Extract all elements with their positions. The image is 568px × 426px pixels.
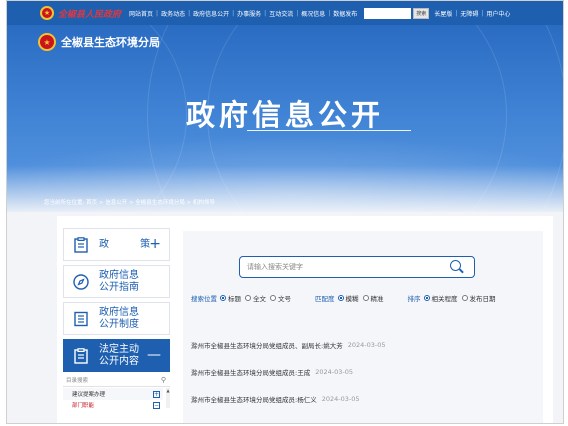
search-icon[interactable] bbox=[450, 260, 464, 274]
directory-item-label: 建议提案办理 bbox=[72, 392, 106, 398]
breadcrumb[interactable]: 您当前所在位置: 首页 > 信息公开 > 全椒县生态环境分局 > 机构领导 bbox=[44, 198, 215, 206]
clipboard-icon bbox=[73, 236, 89, 253]
nav-separator: | bbox=[232, 9, 235, 17]
directory-item-functions[interactable]: 部门职能 − bbox=[63, 401, 163, 409]
top-nav-bar: ★ 全椒县人民政府 网站首页 | 政务动态 | 政府信息公开 | 办事服务 | … bbox=[7, 1, 563, 25]
sidebar-item-label: 法定主动 公开内容 bbox=[99, 343, 139, 367]
radio-match-fuzzy[interactable]: 模糊 bbox=[337, 293, 359, 303]
radio-checked-icon[interactable] bbox=[337, 295, 344, 301]
results-list: 滁州市全椒县生态环境分局党组成员、副局长:姚大芳 2024-03-05 滁州市全… bbox=[191, 331, 536, 412]
nav-overview[interactable]: 概况信息 bbox=[301, 9, 325, 18]
title-underline bbox=[247, 130, 411, 131]
radio-unchecked-icon[interactable] bbox=[461, 295, 468, 301]
radio-unchecked-icon[interactable] bbox=[245, 295, 251, 301]
top-search-button[interactable]: 搜索 bbox=[413, 7, 430, 19]
nav-separator: | bbox=[188, 9, 191, 17]
scroll-up-icon[interactable]: ▲ bbox=[166, 388, 170, 393]
radio-position-title[interactable]: 标题 bbox=[220, 293, 241, 303]
directory-scrollbar[interactable]: ▲ bbox=[166, 388, 170, 408]
browser-page: ★ 全椒县人民政府 网站首页 | 政务动态 | 政府信息公开 | 办事服务 | … bbox=[6, 0, 564, 424]
radio-unchecked-icon[interactable] bbox=[362, 295, 369, 301]
result-date: 2024-03-05 bbox=[315, 367, 353, 376]
util-user-center[interactable]: 用户中心 bbox=[486, 9, 510, 18]
sidebar: 政 策 + 政府信息 公开指南 政府信息 公开制度 法定主动 公开内容 — 目录… bbox=[63, 228, 170, 409]
page-title: 政府信息公开 bbox=[185, 98, 384, 132]
sidebar-item-policy[interactable]: 政 策 + bbox=[63, 228, 170, 261]
result-date: 2024-03-05 bbox=[347, 340, 386, 349]
nav-interaction[interactable]: 互动交流 bbox=[269, 9, 293, 18]
util-separator: | bbox=[455, 9, 458, 17]
content-panel: 政 策 + 政府信息 公开指南 政府信息 公开制度 法定主动 公开内容 — 目录… bbox=[57, 216, 553, 423]
bureau-header: ★ 全椒县生态环境分局 bbox=[38, 33, 160, 51]
keyword-search-input[interactable]: 请输入搜索关键字 bbox=[239, 256, 475, 278]
radio-match-exact[interactable]: 精准 bbox=[362, 293, 384, 303]
bureau-name[interactable]: 全椒县生态环境分局 bbox=[61, 34, 160, 50]
filter-label-position: 搜索位置 bbox=[191, 295, 217, 303]
radio-position-docno[interactable]: 文号 bbox=[270, 293, 291, 303]
hero-banner: ★ 全椒县生态环境分局 政府信息公开 您当前所在位置: 首页 > 信息公开 > … bbox=[7, 25, 563, 212]
nav-info-disclosure[interactable]: 政府信息公开 bbox=[193, 9, 229, 18]
nav-services[interactable]: 办事服务 bbox=[237, 9, 261, 18]
list-item[interactable]: 滁州市全椒县生态环境分局党组成员:王成 2024-03-05 bbox=[191, 358, 536, 385]
nav-separator: | bbox=[296, 9, 299, 17]
list-item[interactable]: 滁州市全椒县生态环境分局党组成员、副局长:姚大芳 2024-03-05 bbox=[191, 331, 536, 358]
search-filters: 搜索位置 标题 全文 文号 匹配度 模糊 精准 排序 相关程度 发布日期 bbox=[191, 293, 541, 303]
search-icon[interactable]: ⚲ bbox=[161, 376, 166, 384]
util-elder-mode[interactable]: 长屋版 bbox=[434, 9, 452, 18]
nav-home[interactable]: 网站首页 bbox=[129, 9, 153, 18]
radio-checked-icon[interactable] bbox=[423, 295, 430, 301]
radio-checked-icon[interactable] bbox=[220, 295, 226, 301]
radio-sort-relevance[interactable]: 相关程度 bbox=[423, 293, 458, 303]
result-date: 2024-03-05 bbox=[321, 394, 360, 403]
directory-tree: 目录搜索 ⚲ 建议提案办理 + 部门职能 − ▲ bbox=[63, 372, 170, 409]
clipboard-icon bbox=[73, 347, 89, 364]
nav-separator: | bbox=[156, 9, 159, 17]
result-title-link[interactable]: 滁州市全椒县生态环境分局党组成员:杨仁义 bbox=[191, 394, 317, 404]
collapse-icon[interactable]: − bbox=[153, 401, 160, 409]
sidebar-item-label: 政府信息 公开制度 bbox=[99, 306, 139, 330]
expand-icon[interactable]: + bbox=[153, 390, 160, 398]
sidebar-item-label: 政府信息 公开指南 bbox=[99, 269, 139, 293]
nav-separator: | bbox=[264, 9, 267, 17]
radio-unchecked-icon[interactable] bbox=[270, 295, 276, 301]
expand-icon[interactable]: + bbox=[149, 237, 161, 251]
util-separator: | bbox=[481, 9, 484, 17]
list-item[interactable]: 滁州市全椒县生态环境分局党组成员:杨仁义 2024-03-05 bbox=[191, 385, 536, 412]
directory-search-input[interactable]: 目录搜索 ⚲ bbox=[63, 374, 170, 387]
national-emblem-icon: ★ bbox=[38, 33, 56, 51]
compass-icon bbox=[73, 273, 89, 290]
filter-label-sort: 排序 bbox=[407, 295, 421, 303]
top-nav: 网站首页 | 政务动态 | 政府信息公开 | 办事服务 | 互动交流 | 概况信… bbox=[129, 9, 357, 18]
sidebar-item-statutory-content[interactable]: 法定主动 公开内容 — bbox=[63, 339, 170, 372]
result-title-link[interactable]: 滁州市全椒县生态环境分局党组成员、副局长:姚大芳 bbox=[191, 340, 343, 350]
nav-data[interactable]: 数据发布 bbox=[333, 9, 357, 18]
util-accessibility[interactable]: 无障碍 bbox=[460, 9, 478, 18]
nav-news[interactable]: 政务动态 bbox=[161, 9, 185, 18]
result-title-link[interactable]: 滁州市全椒县生态环境分局党组成员:王成 bbox=[191, 367, 310, 377]
nav-separator: | bbox=[328, 9, 331, 17]
collapse-icon[interactable]: — bbox=[147, 348, 161, 362]
top-search-input[interactable] bbox=[364, 7, 412, 19]
directory-item-proposals[interactable]: 建议提案办理 + bbox=[63, 388, 163, 400]
sidebar-item-system[interactable]: 政府信息 公开制度 bbox=[63, 302, 170, 335]
keyword-search-placeholder: 请输入搜索关键字 bbox=[247, 263, 303, 271]
directory-search-placeholder: 目录搜索 bbox=[66, 378, 89, 384]
sidebar-item-guide[interactable]: 政府信息 公开指南 bbox=[63, 265, 170, 298]
national-emblem-icon: ★ bbox=[40, 6, 54, 20]
directory-item-label: 部门职能 bbox=[72, 403, 95, 409]
radio-position-fulltext[interactable]: 全文 bbox=[245, 293, 266, 303]
filter-label-match: 匹配度 bbox=[315, 295, 335, 303]
document-list-icon bbox=[73, 311, 89, 327]
search-results-panel: 请输入搜索关键字 搜索位置 标题 全文 文号 匹配度 模糊 精准 排序 相关程度… bbox=[183, 231, 543, 423]
site-name[interactable]: 全椒县人民政府 bbox=[58, 7, 121, 20]
radio-sort-date[interactable]: 发布日期 bbox=[461, 293, 496, 303]
